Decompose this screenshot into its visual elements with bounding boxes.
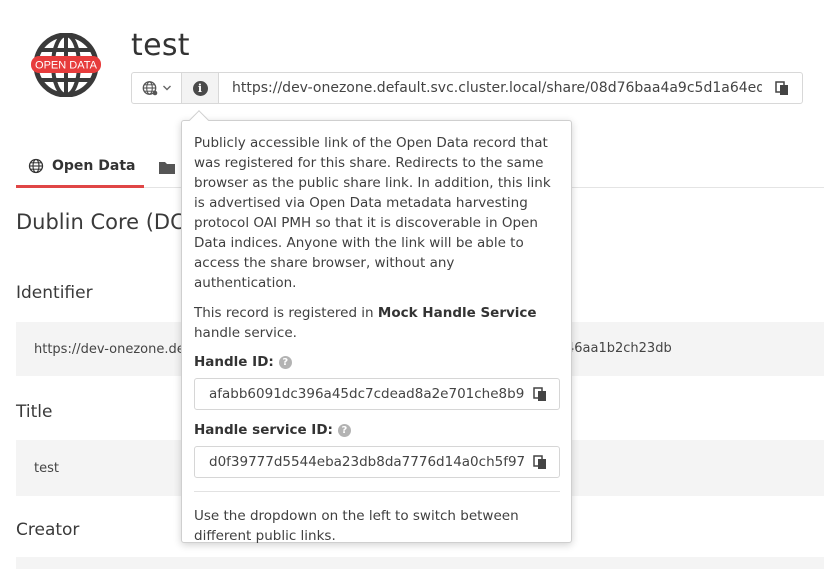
popover-registration-text: This record is registered in Mock Handle… [194, 305, 537, 341]
copy-icon[interactable] [533, 386, 547, 402]
creator-label: Creator [16, 520, 80, 540]
popover-footer: Use the dropdown on the left to switch b… [194, 508, 519, 544]
copy-icon[interactable] [533, 454, 547, 470]
help-icon[interactable]: ? [337, 423, 351, 437]
identifier-label: Identifier [16, 283, 93, 303]
identifier-value-tail: 46aa1b2ch23db [566, 341, 672, 356]
handle-service-id-label: Handle service ID: ? [194, 422, 559, 438]
handle-id-label: Handle ID: ? [194, 354, 559, 370]
title-value: test [34, 460, 59, 476]
handle-id-field[interactable]: afabb6091dc396a45dc7cdead8a2e701che8b9 [194, 378, 560, 410]
globe-icon [142, 81, 157, 96]
info-icon: i [192, 80, 208, 96]
public-url-text[interactable]: https://dev-onezone.default.svc.cluster.… [219, 80, 762, 96]
public-url-bar: i https://dev-onezone.default.svc.cluste… [131, 72, 803, 104]
share-header: OPEN DATA test i https://dev-onezone.def… [0, 0, 824, 130]
copy-icon [775, 80, 788, 95]
url-type-dropdown[interactable] [132, 73, 182, 103]
copy-url-button[interactable] [762, 73, 802, 103]
folder-icon [159, 161, 175, 174]
globe-icon [28, 158, 44, 173]
logo-label: OPEN DATA [35, 60, 98, 72]
tab-open-data[interactable]: Open Data [16, 146, 144, 188]
help-icon[interactable]: ? [278, 355, 292, 369]
tab-open-data-label: Open Data [52, 157, 136, 174]
chevron-down-icon [162, 85, 171, 91]
creator-value-box [16, 557, 824, 569]
share-title: test [131, 28, 190, 63]
popover-divider [194, 491, 560, 492]
handle-id-value: afabb6091dc396a45dc7cdead8a2e701che8b9 [209, 386, 525, 402]
handle-service-id-field[interactable]: d0f39777d5544eba23db8da7776d14a0ch5f97 [194, 446, 560, 478]
popover-description: Publicly accessible link of the Open Dat… [194, 135, 551, 291]
title-label: Title [16, 402, 53, 422]
url-info-button[interactable]: i [182, 73, 219, 103]
identifier-value: https://dev-onezone.de [34, 341, 185, 357]
section-title: Dublin Core (DC [16, 210, 185, 234]
handle-service-id-value: d0f39777d5544eba23db8da7776d14a0ch5f97 [209, 454, 526, 470]
handle-service-name: Mock Handle Service [377, 305, 537, 321]
open-data-info-popover: Publicly accessible link of the Open Dat… [181, 120, 572, 544]
open-data-logo: OPEN DATA [31, 33, 101, 97]
